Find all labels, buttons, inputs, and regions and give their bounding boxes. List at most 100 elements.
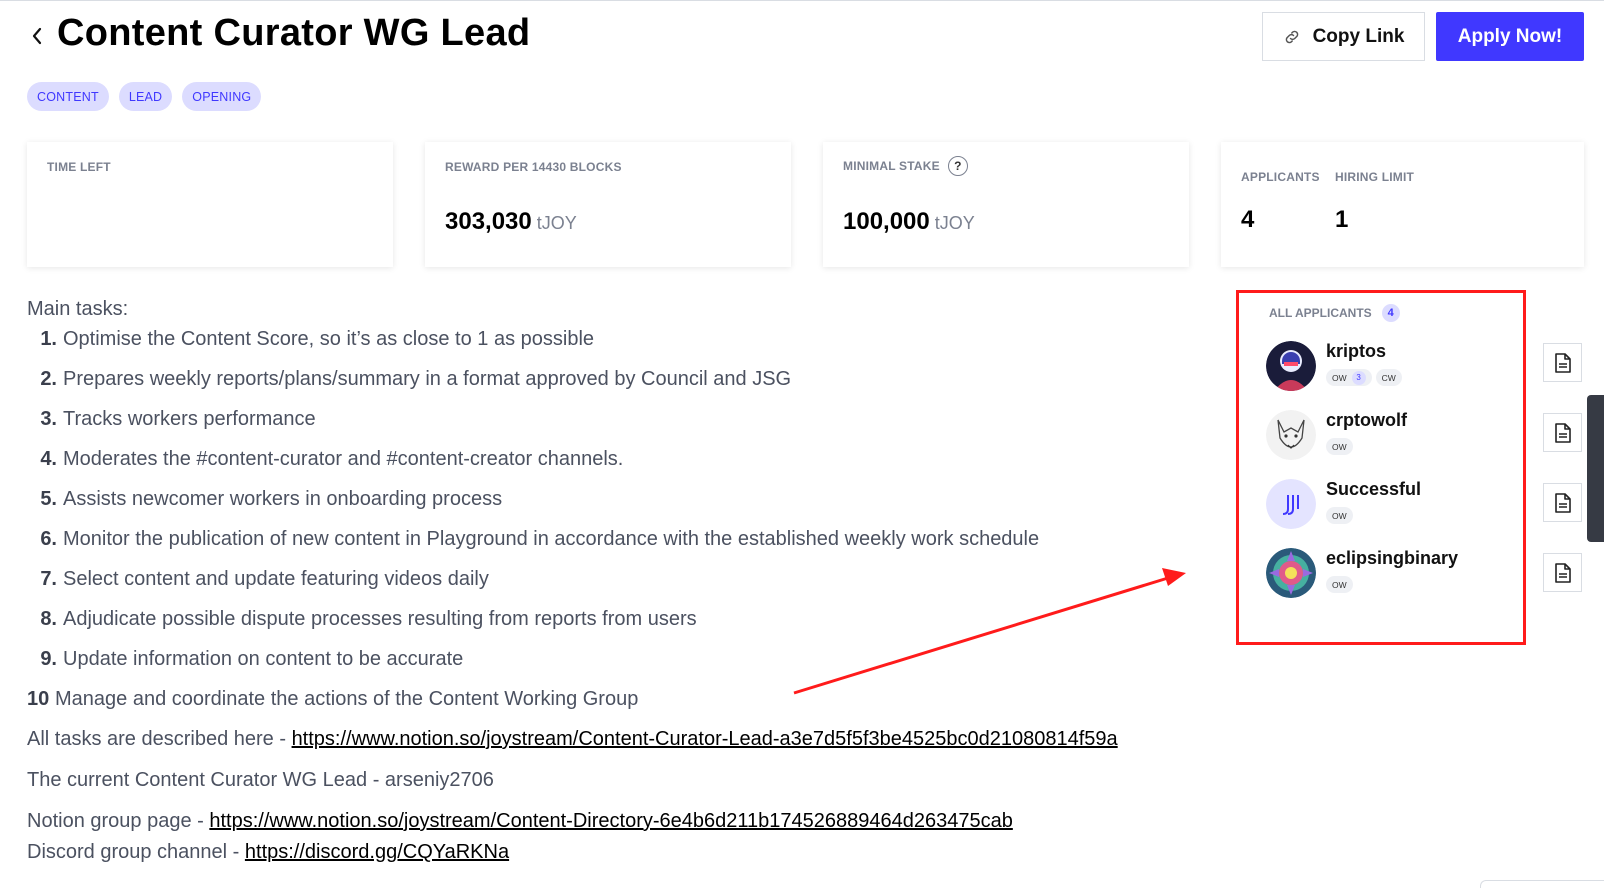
applicants-card: APPLICANTS HIRING LIMIT 4 1 (1221, 142, 1584, 267)
side-drawer-tab[interactable] (1587, 395, 1604, 542)
hiring-limit-value: 1 (1335, 206, 1349, 233)
task-number: 4. (40, 448, 57, 470)
task-item: 9. Update information on content to be ac… (27, 648, 463, 671)
role-badge-label: CW (1381, 372, 1396, 383)
tag-opening: OPENING (182, 82, 262, 111)
task-number: 7. (40, 568, 57, 590)
document-icon (1554, 492, 1571, 513)
all-applicants-panel: ALL APPLICANTS 4 kriptos OW 3 CW crptowo… (1236, 290, 1526, 645)
task-item: 5. Assists newcomer workers in onboarding… (27, 488, 502, 511)
task-text: Manage and coordinate the actions of the… (55, 688, 639, 710)
task-number: 9. (40, 648, 57, 670)
document-icon (1554, 422, 1571, 443)
task-number: 8. (40, 608, 57, 630)
applicant-eclipsingbinary[interactable]: eclipsingbinary OW (1266, 548, 1516, 603)
task-text: Update information on content to be accu… (63, 648, 464, 670)
applicants-count-badge: 4 (1381, 304, 1400, 322)
applicant-name: Successful (1326, 479, 1422, 499)
stake-value: 100,000 (843, 208, 930, 235)
task-text: Select content and update featuring vide… (63, 568, 489, 590)
reward-value-row: 303,030 tJOY (445, 208, 577, 236)
current-lead-line: The current Content Curator WG Lead - ar… (27, 769, 494, 791)
tag-lead: LEAD (118, 82, 173, 111)
applicant-name: eclipsingbinary (1326, 548, 1459, 568)
task-item: 1. Optimise the Content Score, so it’s as… (27, 328, 594, 351)
application-details-button[interactable] (1543, 553, 1582, 592)
task-number: 1. (40, 328, 57, 350)
task-number: 2. (40, 368, 57, 390)
task-text: Prepares weekly reports/plans/summary in… (63, 368, 792, 390)
applicants-label: APPLICANTS (1241, 170, 1320, 184)
role-badges: OW (1326, 438, 1353, 455)
bottom-right-panel-edge (1480, 880, 1604, 888)
applicants-value: 4 (1241, 206, 1255, 233)
stake-label-row: MINIMAL STAKE ? (843, 156, 968, 176)
task-text: Optimise the Content Score, so it’s as c… (63, 328, 595, 350)
task-text: Adjudicate possible dispute processes re… (63, 608, 697, 630)
task-item: 2. Prepares weekly reports/plans/summary … (27, 368, 791, 391)
discord-link[interactable]: https://discord.gg/CQYaRKNa (245, 841, 509, 863)
tag-list: CONTENT LEAD OPENING (27, 82, 262, 111)
role-badge: OW (1326, 507, 1353, 524)
copy-link-label: Copy Link (1312, 25, 1405, 47)
task-item: 6. Monitor the publication of new content… (27, 528, 1039, 551)
applicant-successful[interactable]: Successful OW (1266, 479, 1516, 534)
tag-content: CONTENT (27, 82, 109, 111)
reward-unit: tJOY (536, 213, 577, 233)
reward-label: REWARD PER 14430 BLOCKS (445, 160, 622, 174)
role-badge: CW (1375, 369, 1402, 386)
back-button[interactable] (28, 24, 46, 48)
task-item: 3. Tracks workers performance (27, 408, 315, 431)
copy-link-button[interactable]: Copy Link (1262, 12, 1425, 61)
application-details-button[interactable] (1543, 483, 1582, 522)
applicant-crptowolf[interactable]: crptowolf OW (1266, 410, 1516, 465)
hiring-limit-label: HIRING LIMIT (1335, 170, 1415, 184)
task-text: Moderates the #content-curator and #cont… (63, 448, 624, 470)
avatar (1266, 479, 1316, 529)
help-icon[interactable]: ? (947, 156, 968, 176)
top-divider (0, 0, 1604, 1)
task-item: 8. Adjudicate possible dispute processes … (27, 608, 697, 631)
all-applicants-header: ALL APPLICANTS 4 (1269, 304, 1400, 322)
all-tasks-line: All tasks are described here - https://w… (27, 728, 1118, 751)
application-details-button[interactable] (1543, 343, 1582, 382)
avatar (1266, 410, 1316, 460)
role-badge: OW (1326, 576, 1353, 593)
role-badge: OW (1326, 438, 1353, 455)
role-badge-count: 3 (1351, 370, 1366, 385)
page-title: Content Curator WG Lead (57, 12, 531, 54)
all-applicants-label: ALL APPLICANTS (1269, 306, 1372, 320)
role-badge-label: OW (1332, 372, 1347, 383)
task-text: Monitor the publication of new content i… (63, 528, 1040, 550)
reward-card: REWARD PER 14430 BLOCKS 303,030 tJOY (425, 142, 791, 267)
role-badge-label: OW (1332, 579, 1347, 590)
role-badge: OW 3 (1326, 369, 1372, 386)
applicant-name: crptowolf (1326, 410, 1407, 430)
task-item: 7. Select content and update featuring vi… (27, 568, 489, 591)
task-item: 10 Manage and coordinate the actions of t… (27, 688, 638, 711)
applicant-kriptos[interactable]: kriptos OW 3 CW (1266, 341, 1516, 396)
notion-prefix: Notion group page - (27, 810, 210, 832)
minimal-stake-card: MINIMAL STAKE ? 100,000 tJOY (823, 142, 1189, 267)
notion-line: Notion group page - https://www.notion.s… (27, 810, 1013, 833)
task-number: 3. (40, 408, 57, 430)
time-left-label: TIME LEFT (47, 160, 111, 174)
task-item: 4. Moderates the #content-curator and #co… (27, 448, 623, 471)
apply-now-button[interactable]: Apply Now! (1436, 12, 1584, 61)
role-badges: OW (1326, 507, 1353, 524)
all-tasks-prefix: All tasks are described here - (27, 728, 292, 750)
all-tasks-link[interactable]: https://www.notion.so/joystream/Content-… (292, 728, 1118, 750)
task-number: 6. (40, 528, 57, 550)
discord-prefix: Discord group channel - (27, 841, 245, 863)
link-icon (1285, 30, 1298, 43)
discord-line: Discord group channel - https://discord.… (27, 841, 509, 864)
avatar (1266, 341, 1316, 391)
notion-link[interactable]: https://www.notion.so/joystream/Content-… (209, 810, 1013, 832)
application-details-button[interactable] (1543, 413, 1582, 452)
document-icon (1554, 352, 1571, 373)
time-left-card: TIME LEFT (27, 142, 393, 267)
task-number: 10 (27, 688, 50, 710)
role-badges: OW 3 CW (1326, 369, 1402, 386)
stake-unit: tJOY (934, 213, 975, 233)
task-text: Assists newcomer workers in onboarding p… (63, 488, 503, 510)
